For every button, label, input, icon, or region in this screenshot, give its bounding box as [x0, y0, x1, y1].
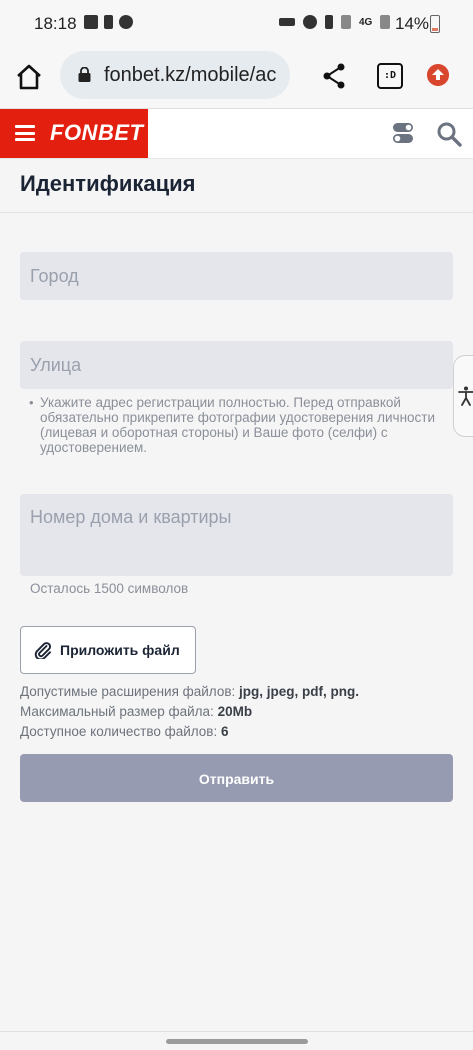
- toggle-icon[interactable]: [392, 121, 414, 145]
- battery-icon: [430, 15, 440, 33]
- char-counter: Осталось 1500 символов: [30, 581, 189, 596]
- bottom-divider: [0, 1031, 473, 1032]
- system-icons: 4G: [279, 15, 391, 29]
- max-file-size-value: 20Mb: [217, 704, 253, 719]
- street-input[interactable]: [20, 341, 453, 389]
- update-icon[interactable]: [427, 64, 449, 86]
- bluetooth-icon: [325, 15, 333, 29]
- app-notification-icon: [119, 15, 133, 29]
- house-apartment-input[interactable]: [20, 494, 453, 576]
- available-files-count: Доступное количество файлов: 6: [20, 724, 229, 739]
- paperclip-icon: [34, 642, 51, 659]
- network-type-label: 4G: [359, 16, 373, 28]
- share-icon[interactable]: [322, 63, 346, 89]
- title-divider: [0, 212, 473, 213]
- city-field-container: [20, 252, 453, 300]
- city-input[interactable]: [20, 252, 453, 300]
- signal-icon: [341, 15, 351, 29]
- notification-icons: [84, 15, 133, 29]
- alarm-icon: [303, 15, 317, 29]
- browser-toolbar: fonbet.kz/mobile/ac :D: [0, 46, 473, 109]
- tabs-icon[interactable]: :D: [377, 63, 403, 89]
- signal-icon-2: [380, 15, 391, 29]
- brand-logo[interactable]: FONBET: [50, 120, 143, 146]
- battery-percentage: 14%: [395, 14, 430, 33]
- accessibility-tab[interactable]: [453, 355, 473, 437]
- home-icon[interactable]: [14, 62, 44, 92]
- available-files-label: Доступное количество файлов:: [20, 724, 218, 739]
- accessibility-icon: [458, 386, 473, 406]
- allowed-extensions-value: jpg, jpeg, pdf, png.: [239, 684, 360, 699]
- key-icon: [279, 18, 295, 26]
- available-files-value: 6: [221, 724, 229, 739]
- page-title: Идентификация: [20, 171, 196, 196]
- max-file-size: Максимальный размер файла: 20Mb: [20, 704, 252, 719]
- menu-icon[interactable]: [15, 125, 35, 141]
- hint-bullet: •: [29, 395, 34, 410]
- attach-file-button[interactable]: Приложить файл: [20, 626, 196, 674]
- brand-bar: FONBET: [0, 109, 148, 158]
- alert-notification-icon: [104, 15, 113, 29]
- status-time: 18:18: [34, 14, 77, 33]
- url-text: fonbet.kz/mobile/ac: [104, 64, 277, 86]
- image-notification-icon: [84, 15, 98, 29]
- attach-file-label: Приложить файл: [60, 642, 180, 658]
- allowed-extensions: Допустимые расширения файлов: jpg, jpeg,…: [20, 684, 359, 699]
- lock-icon: [78, 67, 91, 82]
- search-icon[interactable]: [436, 121, 462, 147]
- gesture-navigation-bar[interactable]: [166, 1039, 308, 1044]
- address-hint: Укажите адрес регистрации полностью. Пер…: [40, 395, 436, 455]
- address-bar[interactable]: fonbet.kz/mobile/ac: [60, 51, 290, 99]
- allowed-extensions-label: Допустимые расширения файлов:: [20, 684, 236, 699]
- site-header: FONBET: [0, 109, 473, 159]
- submit-button[interactable]: Отправить: [20, 754, 453, 802]
- status-bar: 18:18 4G 14%: [0, 0, 473, 46]
- house-field-container: [20, 494, 453, 576]
- max-file-size-label: Максимальный размер файла:: [20, 704, 214, 719]
- street-field-container: [20, 341, 453, 389]
